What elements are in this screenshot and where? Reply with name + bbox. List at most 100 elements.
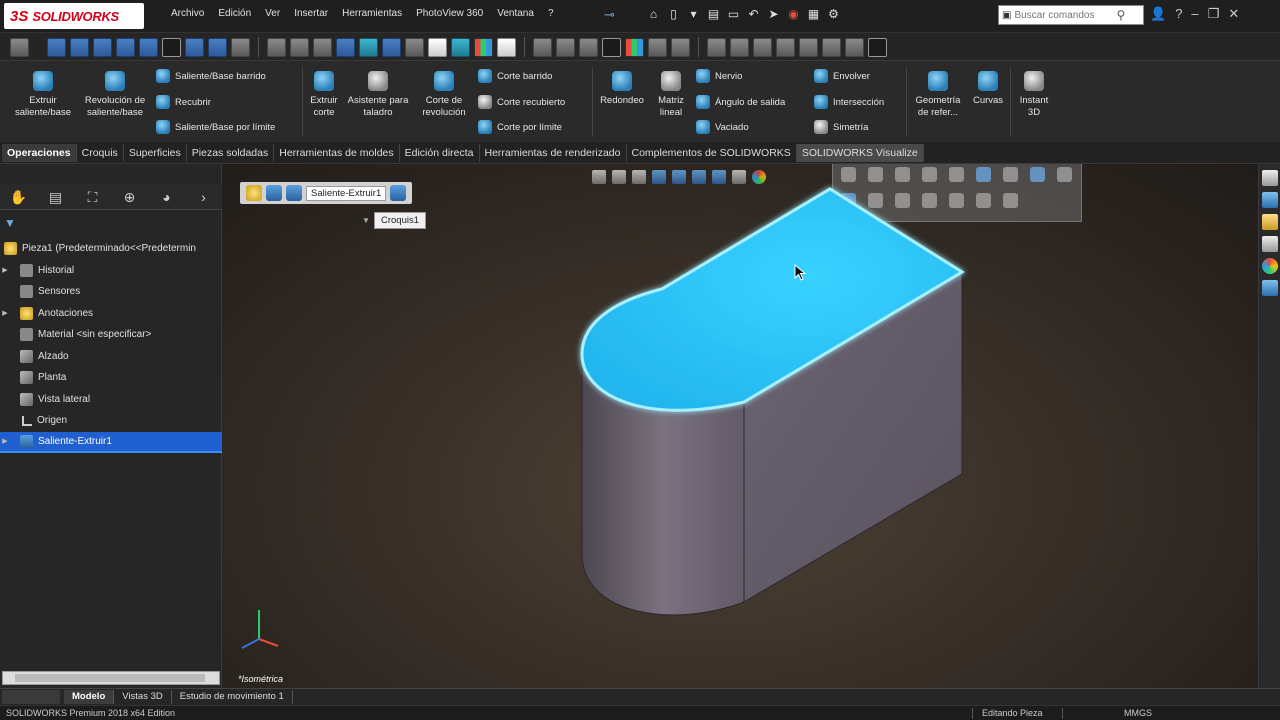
expand-icon[interactable]: ▶ [0,437,10,445]
fillet-button[interactable]: Redondeo [596,71,648,107]
property-manager-tab-icon[interactable]: ▤ [37,184,74,210]
appearances-icon[interactable] [1261,258,1278,274]
intersect-button[interactable]: Intersección [814,95,884,109]
display-manager-tab-icon[interactable]: ◕ [148,184,185,210]
pencil-icon[interactable] [313,37,332,57]
view-back-icon[interactable] [70,37,89,57]
status-units[interactable]: MMGS [1124,708,1152,718]
view-palette-icon[interactable] [1261,236,1278,252]
open-icon[interactable]: ▾ [686,6,701,23]
pin-icon[interactable]: ⊸ [604,7,615,23]
view-right-icon[interactable] [116,37,135,57]
restore-icon[interactable]: ❐ [1208,6,1220,22]
configuration-manager-tab-icon[interactable]: ⛶ [74,184,111,210]
boundary-cut-button[interactable]: Corte por límite [478,120,562,134]
link-icon[interactable] [556,37,575,57]
tab-complementos[interactable]: Complementos de SOLIDWORKS [627,144,797,162]
shell-button[interactable]: Vaciado [696,120,749,134]
undo-icon[interactable]: ↶ [746,6,761,23]
tree-item-historial[interactable]: ▶ Historial [0,260,222,282]
print-icon[interactable]: ▭ [726,6,741,23]
zoom-icon[interactable] [405,37,424,57]
context-tool-icon[interactable] [1003,193,1018,208]
help-icon[interactable]: ? [1175,6,1182,22]
draft-button[interactable]: Ángulo de salida [696,95,785,109]
menu-photoview[interactable]: PhotoView 360 [409,8,490,19]
measure-icon[interactable] [267,37,286,57]
tree-item-anotaciones[interactable]: ▶ Anotaciones [0,303,222,325]
tools-icon[interactable] [290,37,309,57]
filter-icon[interactable]: ▼ [4,216,16,230]
extrude-boss-button[interactable]: Extruir saliente/base [8,71,78,119]
menu-edicion[interactable]: Edición [211,8,258,19]
design-library-icon[interactable] [1261,192,1278,208]
tree-root-part[interactable]: Pieza1 (Predeterminado<<Predetermin [0,238,222,260]
expand-icon[interactable]: ▶ [0,266,10,274]
chart-icon[interactable] [868,37,887,57]
breadcrumb-feature[interactable]: Saliente-Extruir1 [306,185,387,201]
feature-tree-tab-icon[interactable]: ✋ [0,184,37,210]
graphics-area[interactable]: Saliente-Extruir1 ▼ Croquis1 *Isométrica [222,164,1258,688]
menu-archivo[interactable]: Archivo [164,8,211,19]
menu-ver[interactable]: Ver [258,8,287,19]
lofted-cut-button[interactable]: Corte recubierto [478,95,565,109]
solidworks-logo[interactable]: 3S SOLIDWORKS [4,3,144,29]
scrollbar-thumb[interactable] [15,674,205,682]
swept-boss-button[interactable]: Saliente/Base barrido [156,69,266,83]
tab-operaciones[interactable]: Operaciones [2,144,77,162]
search-commands-box[interactable]: ▣ ⚲ [998,5,1144,25]
brush-icon[interactable] [231,37,250,57]
view-iso-icon[interactable] [162,37,181,57]
chain-icon[interactable] [579,37,598,57]
view-trimetric-icon[interactable] [208,37,227,57]
tree-item-planta[interactable]: Planta [0,367,222,389]
file-properties-icon[interactable]: ▦ [806,6,821,23]
wrap-button[interactable]: Envolver [814,69,870,83]
fullscreen-icon[interactable] [671,37,690,57]
tab-vistas-3d[interactable]: Vistas 3D [114,690,172,704]
solidworks-resources-icon[interactable] [1261,170,1278,186]
rotate-icon[interactable] [428,37,447,57]
loft-button[interactable]: Recubrir [156,95,211,109]
dimxpert-tab-icon[interactable]: ⊕ [111,184,148,210]
tab-solidworks-visualize[interactable]: SOLIDWORKS Visualize [796,144,924,162]
view-front-icon[interactable] [47,37,66,57]
more-tabs-icon[interactable]: › [185,184,222,210]
options-gear-icon[interactable]: ⚙ [826,6,841,23]
swept-cut-button[interactable]: Corte barrido [478,69,552,83]
part-icon[interactable] [246,185,262,201]
menu-help[interactable]: ? [541,8,561,19]
tab-modelo[interactable]: Modelo [64,690,115,704]
tab-scroll-arrows[interactable] [2,690,60,704]
tree-item-vista-lateral[interactable]: Vista lateral [0,389,222,411]
menu-herramientas[interactable]: Herramientas [335,8,409,19]
text-icon[interactable] [648,37,667,57]
minimize-icon[interactable]: – [1191,6,1198,22]
close-icon[interactable]: ✕ [1228,6,1239,22]
body-icon[interactable] [266,185,282,201]
expand-icon[interactable]: ▶ [0,309,10,317]
tree-item-alzado[interactable]: Alzado [0,346,222,368]
appearance-icon[interactable] [474,37,493,57]
horizontal-scrollbar[interactable] [2,671,220,685]
context-tool-icon[interactable] [1057,167,1072,182]
save-icon[interactable]: ▤ [706,6,721,23]
section-view-icon[interactable] [336,37,355,57]
cube-icon[interactable] [382,37,401,57]
view-left-icon[interactable] [93,37,112,57]
view-top-icon[interactable] [139,37,158,57]
menu-insertar[interactable]: Insertar [287,8,335,19]
tab-piezas-soldadas[interactable]: Piezas soldadas [187,144,275,162]
tree-item-saliente-extruir1[interactable]: ▶ Saliente-Extruir1 [0,431,222,453]
refresh-icon[interactable] [451,37,470,57]
file-explorer-icon[interactable] [1261,214,1278,230]
search-input[interactable] [1014,9,1115,21]
search-icon[interactable]: ⚲ [1116,8,1125,22]
maximize-icon[interactable]: ❐ [1239,164,1250,166]
extrude-icon[interactable] [286,185,302,201]
search-scope-icon[interactable]: ▣ [1002,10,1011,21]
revolved-cut-button[interactable]: Corte de revolución [414,71,474,119]
rebuild-icon[interactable]: ◉ [786,6,801,23]
3d-model[interactable] [552,164,1002,634]
user-icon[interactable]: 👤 [1150,6,1166,22]
